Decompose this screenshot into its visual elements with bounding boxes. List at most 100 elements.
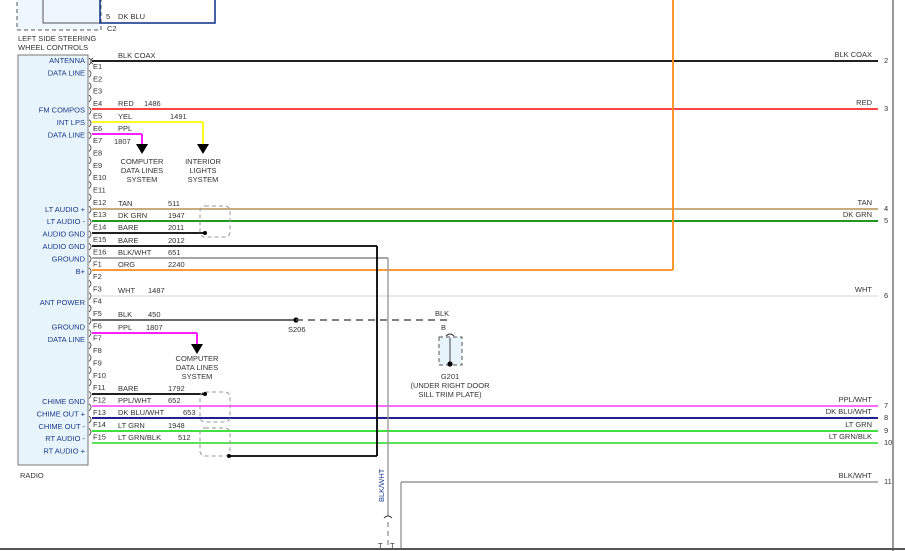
wire-end-pin: 11 <box>884 477 892 486</box>
wire-color-label: PPL/WHT <box>118 396 152 405</box>
radio-pin-function: ANT POWER <box>40 298 86 307</box>
steering-inner-box <box>42 0 101 24</box>
wire-circuit-number: 1948 <box>168 421 185 430</box>
connector-terminal-icon <box>88 378 92 387</box>
drain-dot <box>203 231 207 235</box>
wire-end-pin: 3 <box>884 104 888 113</box>
wire-circuit-number: 1486 <box>144 99 161 108</box>
wire-circuit-number: 1807 <box>114 137 131 146</box>
steering-wire-color: DK BLU <box>118 12 145 21</box>
wire-end-pin: 8 <box>884 413 888 422</box>
radio-pin-function: FM COMPOS <box>39 106 85 115</box>
wire-color-label: DK BLU/WHT <box>118 408 165 417</box>
wire-circuit-number: 2012 <box>168 236 185 245</box>
connector-terminal-icon <box>88 279 92 288</box>
connector-terminal-icon <box>88 242 92 251</box>
wire-color-label: BARE <box>118 223 138 232</box>
wire-circuit-number: 511 <box>168 199 180 208</box>
wire-end-pin: 2 <box>884 56 888 65</box>
wire-color-label: DK GRN <box>118 211 147 220</box>
arrow-down-icon <box>197 144 209 154</box>
wire-circuit-number: 1792 <box>168 384 185 393</box>
drain-dot <box>203 392 207 396</box>
radio-pin-function: GROUND <box>52 254 86 263</box>
wire-end-pin: 7 <box>884 401 888 410</box>
connector-terminal-icon <box>88 415 92 424</box>
interior-lights-label: SYSTEM <box>188 175 219 184</box>
wire-circuit-number: 512 <box>178 433 191 442</box>
wire-end-pin: 4 <box>884 204 888 213</box>
radio-pin-E16: E16 <box>93 247 106 256</box>
radio-label: RADIO <box>20 471 44 480</box>
interior-lights-label: INTERIOR <box>185 157 221 166</box>
wire-color-label: WHT <box>118 286 135 295</box>
radio-pin-F2: F2 <box>93 272 102 281</box>
ground-location: (UNDER RIGHT DOOR <box>410 381 490 390</box>
connector-terminal-icon <box>88 292 92 300</box>
steering-pin: 5 <box>106 12 110 21</box>
wire-end-label: BLK COAX <box>834 50 872 59</box>
radio-pin-E7: E7 <box>93 136 102 145</box>
connector-terminal-icon <box>88 218 92 226</box>
steering-label: WHEEL CONTROLS <box>18 43 88 52</box>
splice-label: S206 <box>288 325 306 334</box>
arrow-down-icon <box>136 144 148 154</box>
connector-terminal-icon <box>88 428 92 436</box>
wire-end-label: PPL/WHT <box>839 395 873 404</box>
radio-pin-F3: F3 <box>93 284 102 293</box>
radio-pin-F10: F10 <box>93 371 106 380</box>
connector-terminal-icon <box>88 391 92 399</box>
wire-end-label: LT GRN <box>845 420 872 429</box>
bottom-pin-label: T <box>378 541 383 550</box>
wire-color-label: BLK <box>118 310 132 319</box>
connector-terminal-icon <box>88 267 92 276</box>
connector-terminal-icon <box>88 82 92 90</box>
radio-pin-function: INT LPS <box>57 118 85 127</box>
radio-pin-E10: E10 <box>93 173 106 182</box>
wire-color-label: LT GRN/BLK <box>118 433 161 442</box>
radio-pin-F12: F12 <box>93 395 106 404</box>
radio-pin-E1: E1 <box>93 62 102 71</box>
radio-pin-function: LT AUDIO + <box>45 205 86 214</box>
shield-icon <box>199 427 231 457</box>
radio-pin-function: AUDIO GND <box>42 242 85 251</box>
wire-color-label: ORG <box>118 260 135 269</box>
connector-terminal-icon <box>88 366 92 375</box>
ground-pin-label: B <box>441 323 446 332</box>
radio-pin-E12: E12 <box>93 198 106 207</box>
radio-pin-F7: F7 <box>93 334 102 343</box>
connector-terminal-icon <box>445 333 455 337</box>
wire-color-label: BLK COAX <box>118 51 156 60</box>
radio-pin-E6: E6 <box>93 124 102 133</box>
arrow-down-icon <box>191 344 203 354</box>
computer-data-lines-label: SYSTEM <box>182 372 213 381</box>
connector-terminal-icon <box>88 403 92 412</box>
wire-end-pin: 10 <box>884 438 892 447</box>
radio-pin-function: CHIME OUT - <box>38 422 85 431</box>
ground-label: G201 <box>441 372 459 381</box>
connector-terminal-icon <box>88 230 92 239</box>
radio-pin-function: ANTENNA <box>49 56 85 65</box>
connector-terminal-icon <box>88 193 92 202</box>
wire-circuit-number: 450 <box>148 310 161 319</box>
wire-end-label: BLK/WHT <box>839 471 873 480</box>
connector-terminal-icon <box>88 119 92 128</box>
wire-color-label: LT GRN <box>118 421 145 430</box>
connector-terminal-icon <box>88 304 92 313</box>
wire-color-label: YEL <box>118 112 132 121</box>
wire-circuit-number: 1807 <box>146 323 163 332</box>
radio-pin-F1: F1 <box>93 260 102 269</box>
wire-color-label: TAN <box>118 199 132 208</box>
wire-circuit-number: 651 <box>168 248 181 257</box>
wire-color-label: BARE <box>118 236 138 245</box>
computer-data-lines-label: DATA LINES <box>176 363 218 372</box>
radio-pin-function: CHIME GND <box>42 397 86 406</box>
radio-pin-F9: F9 <box>93 358 102 367</box>
wire-end-label: WHT <box>855 285 872 294</box>
radio-pin-F4: F4 <box>93 297 102 306</box>
connector-terminal-icon <box>88 168 92 177</box>
interior-lights-label: LIGHTS <box>189 166 216 175</box>
connector-terminal-icon <box>88 329 92 337</box>
wire-color-label: BARE <box>118 384 138 393</box>
wire-color-label: RED <box>118 99 134 108</box>
